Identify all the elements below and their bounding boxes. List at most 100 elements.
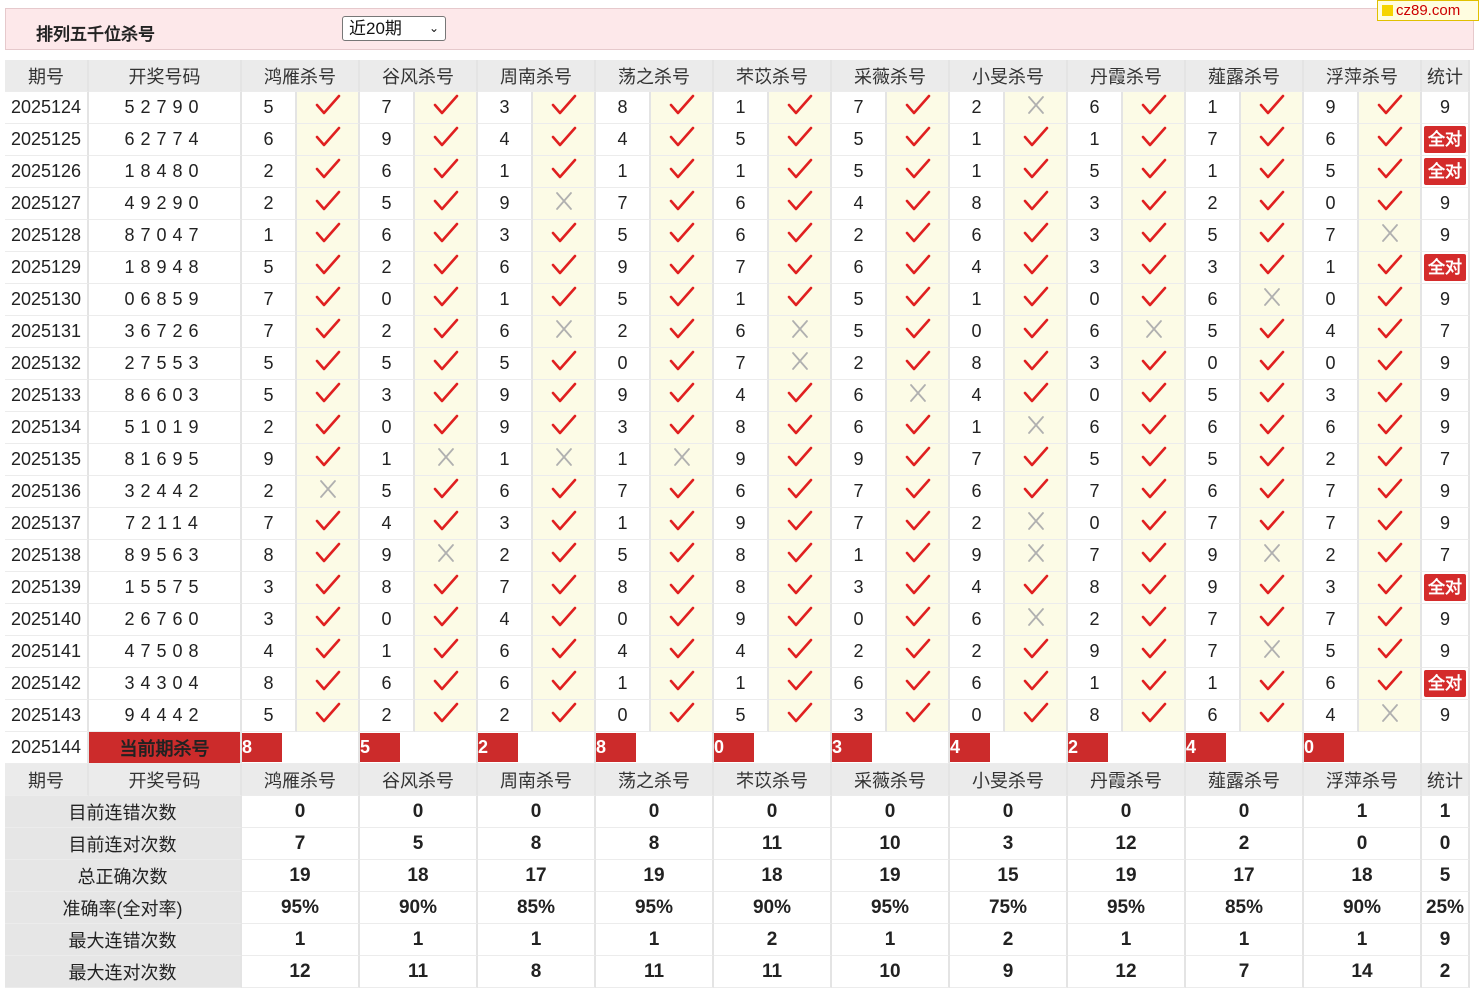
kill-number-cell: 1	[714, 284, 769, 316]
check-icon	[1023, 126, 1048, 147]
check-icon	[905, 414, 930, 435]
current-kill-label: 当前期杀号	[89, 732, 242, 764]
header-expert[interactable]: 芣苡杀号	[714, 764, 832, 796]
summary-value: 1	[360, 924, 478, 956]
hit-cell	[1359, 476, 1422, 508]
hit-cell	[887, 156, 950, 188]
hit-cell	[651, 412, 714, 444]
all-correct-badge: 全对	[1424, 670, 1466, 697]
draw-number-cell: 89563	[89, 540, 242, 572]
hit-cell	[1005, 380, 1068, 412]
miss-cell	[415, 540, 478, 572]
header-expert[interactable]: 薤露杀号	[1186, 764, 1304, 796]
hit-cell	[1005, 252, 1068, 284]
kill-number-cell: 2	[242, 476, 297, 508]
header-expert[interactable]: 浮萍杀号	[1304, 60, 1422, 92]
hit-cell	[533, 700, 596, 732]
summary-value: 11	[360, 956, 478, 988]
stat-cell: 9	[1422, 604, 1470, 636]
period-cell: 2025139	[5, 572, 89, 604]
check-icon	[1259, 478, 1284, 499]
current-kill-cell: 0	[714, 732, 832, 764]
summary-value: 7	[1186, 956, 1304, 988]
kill-number-table: 期号 开奖号码 鸿雁杀号 谷风杀号 周南杀号 荡之杀号 芣苡杀号 采薇杀号 小旻杀号 丹霞杀号 薤露…	[5, 60, 1470, 988]
check-icon	[669, 126, 694, 147]
kill-number-cell: 5	[242, 380, 297, 412]
header-expert[interactable]: 薤露杀号	[1186, 60, 1304, 92]
hit-cell	[415, 188, 478, 220]
current-kill-cell: 5	[360, 732, 478, 764]
all-correct-badge: 全对	[1424, 574, 1466, 601]
kill-number-cell: 5	[360, 348, 415, 380]
summary-value: 1	[1068, 924, 1186, 956]
hit-cell	[651, 508, 714, 540]
hit-cell	[415, 668, 478, 700]
header-expert[interactable]: 荡之杀号	[596, 60, 714, 92]
header-expert[interactable]: 谷风杀号	[360, 60, 478, 92]
header-expert[interactable]: 小旻杀号	[950, 60, 1068, 92]
miss-cell	[1005, 412, 1068, 444]
header-expert[interactable]: 丹霞杀号	[1068, 60, 1186, 92]
current-kill-cell: 4	[1186, 732, 1304, 764]
kill-number-cell: 9	[1304, 92, 1359, 124]
miss-cell	[415, 444, 478, 476]
check-icon	[787, 222, 812, 243]
header-expert[interactable]: 浮萍杀号	[1304, 764, 1422, 796]
check-icon	[1377, 126, 1402, 147]
check-icon	[905, 286, 930, 307]
header-expert[interactable]: 芣苡杀号	[714, 60, 832, 92]
hit-cell	[1241, 412, 1304, 444]
hit-cell	[1123, 252, 1186, 284]
header-expert[interactable]: 周南杀号	[478, 764, 596, 796]
check-icon	[1377, 574, 1402, 595]
hit-cell	[415, 348, 478, 380]
kill-number-cell: 1	[360, 444, 415, 476]
header-expert[interactable]: 采薇杀号	[832, 764, 950, 796]
header-expert[interactable]: 谷风杀号	[360, 764, 478, 796]
header-expert[interactable]: 周南杀号	[478, 60, 596, 92]
hit-cell	[297, 540, 360, 572]
kill-number-cell: 9	[360, 540, 415, 572]
check-icon	[1377, 606, 1402, 627]
check-icon	[1377, 350, 1402, 371]
header-expert[interactable]: 小旻杀号	[950, 764, 1068, 796]
hit-cell	[297, 156, 360, 188]
hit-cell	[415, 156, 478, 188]
hit-cell	[1359, 284, 1422, 316]
summary-value: 1	[242, 924, 360, 956]
kill-number-cell: 5	[832, 156, 887, 188]
hit-cell	[769, 124, 832, 156]
hit-cell	[533, 284, 596, 316]
check-icon	[1259, 318, 1284, 339]
header-expert[interactable]: 鸿雁杀号	[242, 764, 360, 796]
draw-number-cell: 27553	[89, 348, 242, 380]
hit-cell	[1123, 540, 1186, 572]
site-logo[interactable]: cz89.com	[1377, 0, 1479, 21]
check-icon	[1141, 126, 1166, 147]
check-icon	[787, 382, 812, 403]
check-icon	[1259, 606, 1284, 627]
period-select[interactable]: 近20期 ⌄	[342, 16, 446, 41]
header-expert[interactable]: 丹霞杀号	[1068, 764, 1186, 796]
hit-cell	[769, 508, 832, 540]
check-icon	[315, 542, 340, 563]
summary-value: 11	[714, 956, 832, 988]
hit-cell	[415, 476, 478, 508]
current-kill-number: 5	[360, 733, 400, 762]
check-icon	[1141, 382, 1166, 403]
hit-cell	[887, 604, 950, 636]
current-kill-cell: 8	[242, 732, 360, 764]
kill-number-cell: 1	[950, 156, 1005, 188]
header-expert[interactable]: 荡之杀号	[596, 764, 714, 796]
kill-number-cell: 2	[950, 636, 1005, 668]
miss-cell	[1005, 508, 1068, 540]
header-expert[interactable]: 鸿雁杀号	[242, 60, 360, 92]
check-icon	[551, 670, 576, 691]
kill-number-cell: 2	[1068, 604, 1123, 636]
summary-value: 0	[714, 796, 832, 828]
header-expert[interactable]: 采薇杀号	[832, 60, 950, 92]
summary-value: 1	[1304, 924, 1422, 956]
kill-number-cell: 3	[478, 220, 533, 252]
kill-number-cell: 6	[832, 380, 887, 412]
kill-number-cell: 4	[478, 604, 533, 636]
